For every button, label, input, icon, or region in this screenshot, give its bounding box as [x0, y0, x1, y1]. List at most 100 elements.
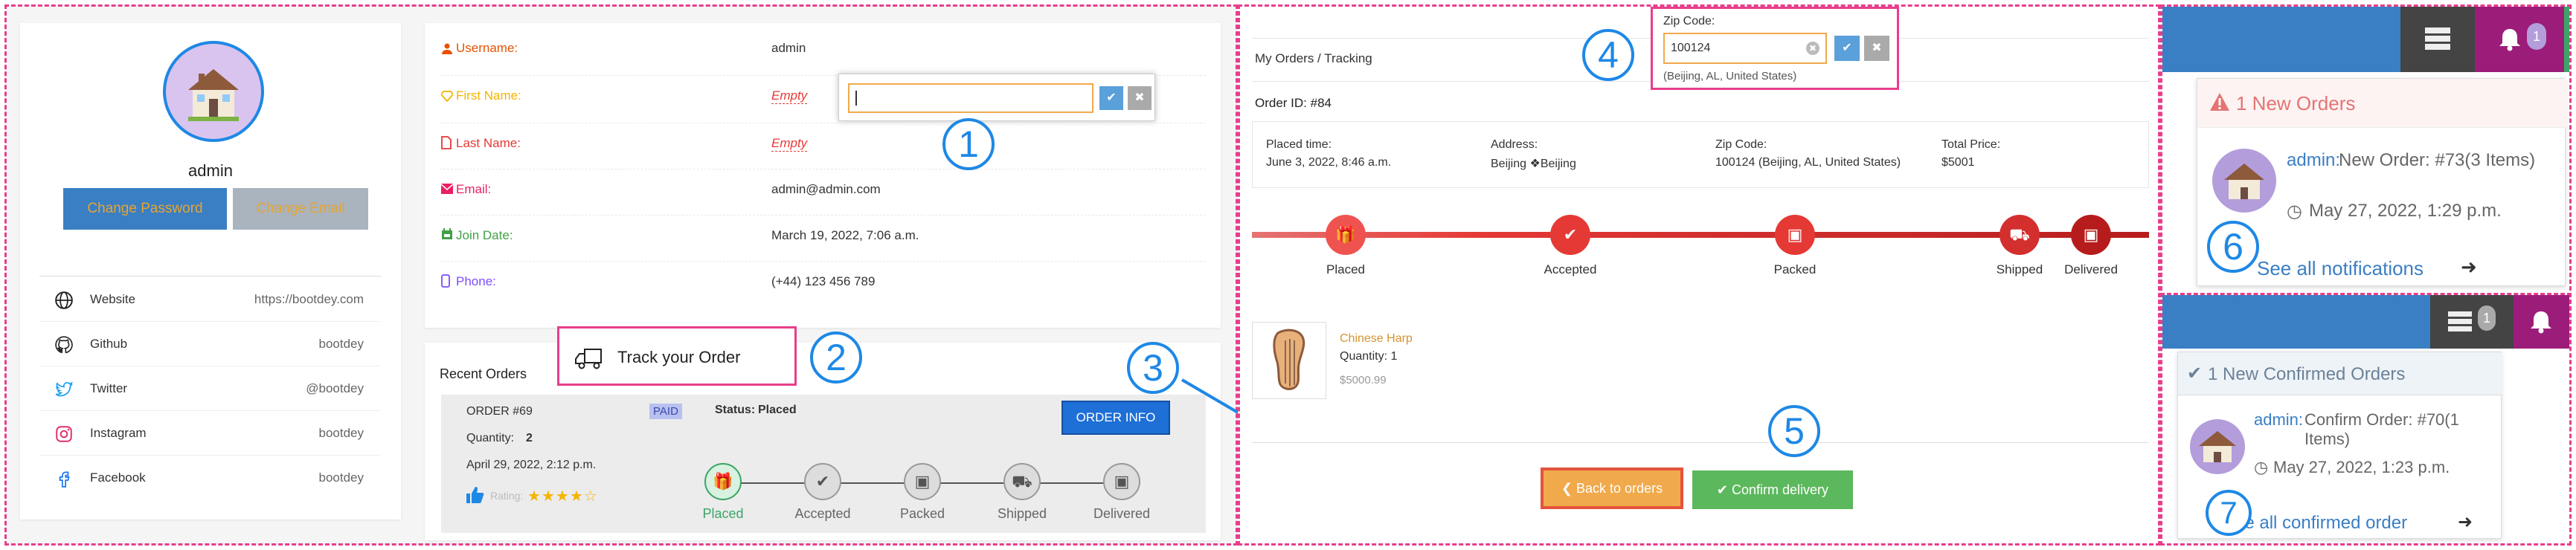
- confirmed-count-badge: 1: [2478, 305, 2496, 331]
- product-price: $5000.99: [1340, 374, 1387, 386]
- thumbs-up-icon: [466, 487, 484, 503]
- tracking-step-label: Packed: [1773, 262, 1817, 276]
- social-label: Facebook: [90, 470, 146, 485]
- harp-icon: [1273, 329, 1305, 390]
- confirmed-orders-panel: 1 ✔ 1 New Confirmed Orders admin: Confir…: [2160, 293, 2572, 546]
- social-value[interactable]: bootdey: [319, 426, 364, 441]
- notification-time: May 27, 2022, 1:29 p.m.: [2309, 201, 2502, 221]
- twitter-icon: [55, 381, 73, 397]
- envelope-icon: [441, 184, 453, 194]
- clear-input-icon[interactable]: ✖: [1806, 42, 1819, 55]
- house-avatar-icon: [188, 69, 239, 121]
- social-label: Github: [90, 337, 128, 351]
- order-info-button[interactable]: ORDER INFO: [1061, 401, 1170, 435]
- social-value[interactable]: bootdey: [319, 470, 364, 485]
- firstname-value[interactable]: Empty: [771, 88, 808, 104]
- social-row-twitter[interactable]: Twitter @bootdey: [39, 366, 380, 411]
- star-empty-icon[interactable]: ☆: [584, 488, 598, 505]
- avatar: [2190, 419, 2245, 474]
- step-label: Accepted: [794, 506, 851, 521]
- social-row-github[interactable]: Github bootdey: [39, 322, 380, 366]
- lastname-value[interactable]: Empty: [771, 136, 808, 152]
- quantity-value: 2: [526, 432, 533, 444]
- star-filled-icon[interactable]: ★: [556, 488, 570, 505]
- quantity-label: Quantity:: [466, 432, 515, 444]
- notification-bell-button[interactable]: [2514, 295, 2569, 349]
- step-delivered-circle: ▣: [1103, 463, 1140, 500]
- confirmed-message[interactable]: Confirm Order: #70(1 Items): [2304, 410, 2490, 449]
- rating-label: Rating:: [490, 490, 524, 502]
- dropdown-header: 1 New Orders: [2197, 79, 2566, 128]
- status-value: Placed: [758, 404, 797, 416]
- step-placed-circle: 🎁: [704, 463, 742, 500]
- social-row-instagram[interactable]: Instagram bootdey: [39, 411, 380, 456]
- confirmed-user[interactable]: admin:: [2254, 410, 2303, 430]
- confirm-zip-button[interactable]: ✔: [1834, 36, 1860, 61]
- back-to-orders-button[interactable]: ❮ Back to orders: [1541, 468, 1683, 509]
- firstname-edit-input[interactable]: [848, 83, 1093, 113]
- notification-user[interactable]: admin:: [2287, 150, 2340, 171]
- change-email-button[interactable]: Change Email: [233, 188, 368, 230]
- change-password-button[interactable]: Change Password: [63, 188, 227, 230]
- step-label: Shipped: [997, 506, 1047, 521]
- server-icon: [2425, 28, 2450, 50]
- notification-message[interactable]: New Order: #73(3 Items): [2339, 150, 2554, 171]
- status-prefix: Status:: [715, 404, 756, 416]
- server-menu-button[interactable]: [2400, 7, 2475, 72]
- star-filled-icon[interactable]: ★: [527, 488, 542, 505]
- paid-badge: PAID: [649, 404, 682, 419]
- track-order-callout[interactable]: Track your Order: [557, 326, 797, 386]
- star-filled-icon[interactable]: ★: [570, 488, 584, 505]
- joindate-value: March 19, 2022, 7:06 a.m.: [771, 228, 919, 242]
- divider: [1252, 442, 2149, 443]
- clock-icon: ◷: [2287, 201, 2302, 221]
- social-value[interactable]: @bootdey: [306, 381, 364, 396]
- globe-icon: [55, 291, 73, 309]
- confirm-edit-button[interactable]: ✔: [1099, 86, 1123, 110]
- annotation-number-4: 4: [1582, 29, 1634, 81]
- order-number: ORDER #69: [466, 405, 533, 418]
- product-quantity: Quantity: 1: [1340, 350, 1398, 363]
- tracking-step-accepted-circle: ✔: [1550, 215, 1590, 255]
- annotation-number-2: 2: [810, 331, 862, 384]
- confirmed-time: May 27, 2022, 1:23 p.m.: [2273, 458, 2450, 476]
- bell-icon: [2499, 29, 2520, 51]
- social-value[interactable]: https://bootdey.com: [254, 292, 364, 307]
- joindate-label: Join Date:: [456, 228, 513, 242]
- clock-icon: ◷: [2254, 458, 2269, 476]
- notification-bell-button[interactable]: 1: [2475, 7, 2569, 72]
- social-label: Instagram: [90, 426, 147, 440]
- order-id: Order ID: #84: [1255, 96, 1332, 110]
- firstname-label: First Name:: [456, 88, 521, 103]
- instagram-icon: [56, 426, 72, 442]
- annotation-number-6: 6: [2207, 221, 2259, 273]
- confirm-delivery-button[interactable]: ✔ Confirm delivery: [1692, 470, 1853, 509]
- server-menu-button[interactable]: 1: [2430, 295, 2514, 349]
- tracking-step-label: Accepted: [1544, 262, 1597, 276]
- profile-name: admin: [188, 161, 233, 180]
- track-order-label: Track your Order: [617, 348, 741, 366]
- email-value: admin@admin.com: [771, 182, 881, 196]
- social-row-website[interactable]: Website https://bootdey.com: [39, 277, 380, 322]
- product-name[interactable]: Chinese Harp: [1340, 332, 1413, 346]
- username-value: admin: [771, 41, 806, 55]
- firstname-edit-popup: ✔ ✖: [838, 74, 1155, 121]
- product-image[interactable]: [1252, 322, 1326, 399]
- zip-popup-input[interactable]: 100124 ✖: [1663, 33, 1827, 64]
- cancel-zip-button[interactable]: ✖: [1864, 36, 1889, 61]
- zip-popup-hint: (Beijing, AL, United States): [1663, 70, 1797, 82]
- phone-value: (+44) 123 456 789: [771, 274, 876, 288]
- avatar: [163, 41, 264, 142]
- zip-label: Zip Code:: [1715, 138, 1767, 151]
- cancel-edit-button[interactable]: ✖: [1128, 86, 1152, 110]
- social-row-facebook[interactable]: Facebook bootdey: [39, 456, 380, 500]
- order-date: April 29, 2022, 2:12 p.m.: [466, 459, 597, 471]
- total-price-value: $5001: [1941, 156, 1975, 169]
- see-all-notifications-link[interactable]: See all notifications: [2257, 257, 2424, 280]
- zip-popup-label: Zip Code:: [1663, 15, 1715, 28]
- star-filled-icon[interactable]: ★: [542, 488, 556, 505]
- email-label: Email:: [456, 182, 492, 196]
- total-price-label: Total Price:: [1941, 138, 2001, 151]
- social-value[interactable]: bootdey: [319, 337, 364, 352]
- zip-edit-popup: Zip Code: 100124 ✖ ✔ ✖ (Beijing, AL, Uni…: [1651, 7, 1899, 90]
